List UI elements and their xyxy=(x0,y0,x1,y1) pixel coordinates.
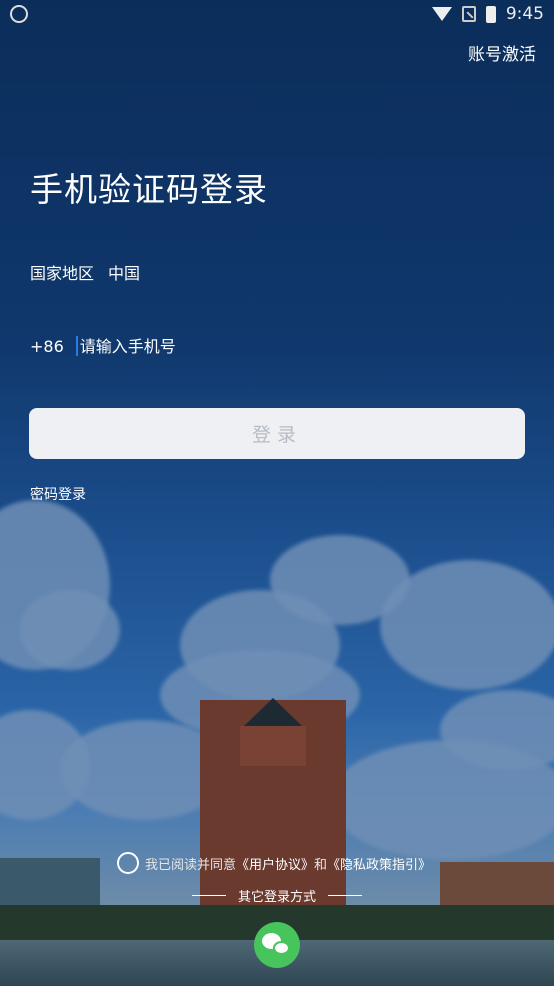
country-code[interactable]: +86 xyxy=(30,337,64,356)
other-login-label: 其它登录方式 xyxy=(237,890,316,905)
password-login-link[interactable]: 密码登录 xyxy=(30,484,86,504)
text-cursor xyxy=(75,336,78,356)
region-value: 中国 xyxy=(108,264,141,283)
no-signal-icon xyxy=(461,6,476,22)
wechat-login-button[interactable] xyxy=(254,922,300,968)
account-activate-link[interactable]: 账号激活 xyxy=(468,40,536,65)
privacy-policy-link[interactable]: 《隐私政策指引》 xyxy=(327,854,431,873)
status-bar: 9:45 xyxy=(0,0,554,30)
wifi-icon xyxy=(431,7,452,21)
agreement-and: 和 xyxy=(314,857,328,873)
page-title: 手机验证码登录 xyxy=(30,170,268,209)
agree-checkbox[interactable] xyxy=(117,852,139,874)
login-button[interactable]: 登录 xyxy=(29,408,525,459)
wechat-icon xyxy=(262,933,292,957)
agreement-row: 我已阅读并同意 《用户协议》 和 《隐私政策指引》 xyxy=(117,852,431,874)
divider-line-left xyxy=(191,895,226,896)
notification-icon xyxy=(10,5,28,23)
divider-line-right xyxy=(328,895,362,896)
agreement-prefix: 我已阅读并同意 xyxy=(145,857,237,873)
other-login-divider: 其它登录方式 xyxy=(0,886,554,905)
status-time: 9:45 xyxy=(505,4,544,24)
phone-input[interactable] xyxy=(79,336,380,356)
battery-icon xyxy=(485,5,496,23)
region-selector[interactable]: 国家地区 中国 xyxy=(30,260,140,284)
user-agreement-link[interactable]: 《用户协议》 xyxy=(236,854,314,873)
region-label: 国家地区 xyxy=(30,264,95,283)
phone-field: +86 xyxy=(30,336,380,356)
